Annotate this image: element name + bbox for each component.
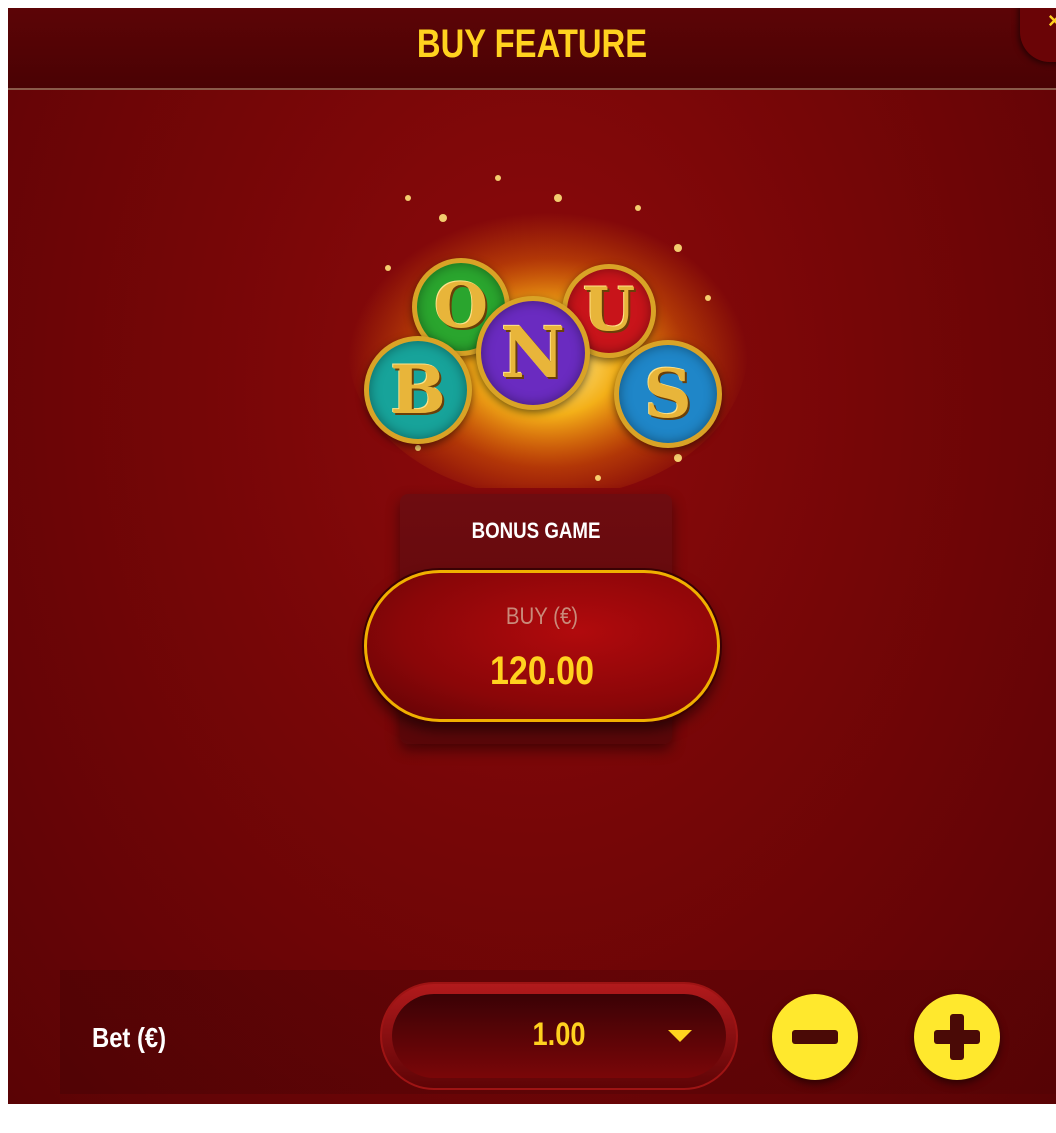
bonus-logo: O U B S N: [348, 158, 748, 488]
plus-icon-vertical: [950, 1014, 964, 1060]
coin-n: N: [476, 296, 590, 410]
bet-dropdown-inner: 1.00: [392, 994, 726, 1078]
coin-b: B: [364, 336, 472, 444]
bet-label: Bet (€): [92, 1022, 167, 1053]
buy-label: BUY (€): [505, 603, 579, 630]
coin-s: S: [614, 340, 722, 448]
buy-price: 120.00: [490, 649, 594, 693]
close-icon: ×: [1048, 8, 1056, 33]
header-bar: BUY FEATURE: [8, 8, 1056, 90]
feature-name: BONUS GAME: [471, 518, 601, 543]
panel-title: BUY FEATURE: [416, 22, 648, 66]
increase-bet-button[interactable]: [914, 994, 1000, 1080]
buy-button[interactable]: BUY (€) 120.00: [364, 570, 720, 722]
bet-dropdown[interactable]: 1.00: [380, 982, 738, 1090]
minus-icon: [792, 1030, 838, 1044]
bet-value: 1.00: [532, 1016, 586, 1052]
decrease-bet-button[interactable]: [772, 994, 858, 1080]
buy-feature-panel: BUY FEATURE × O U B S N BONUS GAME BUY (…: [8, 8, 1056, 1104]
chevron-down-icon: [668, 1030, 692, 1042]
